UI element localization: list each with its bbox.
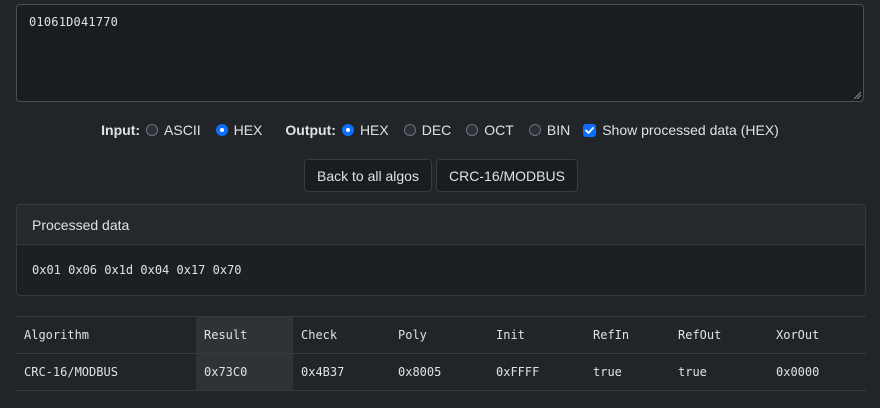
table-row: CRC-16/MODBUS 0x73C0 0x4B37 0x8005 0xFFF… (16, 353, 866, 391)
header-poly: Poly (398, 328, 427, 342)
back-to-all-algos-button[interactable]: Back to all algos (304, 159, 432, 192)
crc16-modbus-button[interactable]: CRC-16/MODBUS (436, 159, 578, 192)
format-options: Input: ASCII HEX Output: HEX DEC OCT BIN… (0, 121, 880, 139)
output-oct-radio[interactable] (466, 124, 479, 136)
input-hex-label[interactable]: HEX (234, 122, 263, 138)
header-init: Init (496, 328, 525, 342)
cell-result: 0x73C0 (196, 353, 293, 391)
cell-init: 0xFFFF (496, 365, 540, 379)
resize-handle-icon[interactable] (853, 91, 861, 99)
input-ascii-label[interactable]: ASCII (164, 122, 201, 138)
input-textarea[interactable]: 01061D041770 (16, 4, 864, 102)
header-result: Result (196, 316, 293, 354)
input-ascii-radio[interactable] (146, 124, 159, 136)
checkmark-icon (585, 126, 595, 134)
results-table: Algorithm Result Check Poly Init RefIn R… (16, 316, 866, 391)
input-format-label: Input: (101, 122, 141, 138)
table-header-row: Algorithm Result Check Poly Init RefIn R… (16, 316, 866, 354)
input-text: 01061D041770 (29, 15, 119, 29)
output-oct-label[interactable]: OCT (484, 122, 514, 138)
output-format-label: Output: (285, 122, 336, 138)
processed-data-card: Processed data 0x01 0x06 0x1d 0x04 0x17 … (16, 204, 866, 296)
input-hex-radio[interactable] (215, 124, 228, 136)
processed-data-value: 0x01 0x06 0x1d 0x04 0x17 0x70 (32, 263, 242, 277)
output-dec-radio[interactable] (403, 124, 416, 136)
output-dec-label[interactable]: DEC (422, 122, 452, 138)
cell-algorithm: CRC-16/MODBUS (24, 365, 118, 379)
output-hex-radio[interactable] (341, 124, 354, 136)
output-bin-label[interactable]: BIN (547, 122, 570, 138)
cell-poly: 0x8005 (398, 365, 442, 379)
cell-refout: true (678, 365, 707, 379)
header-refout: RefOut (678, 328, 722, 342)
header-algorithm: Algorithm (24, 328, 90, 342)
cell-xorout: 0x0000 (776, 365, 820, 379)
header-xorout: XorOut (776, 328, 820, 342)
show-processed-checkbox[interactable] (583, 123, 597, 137)
header-check: Check (301, 328, 338, 342)
cell-refin: true (593, 365, 622, 379)
processed-data-title: Processed data (17, 205, 865, 245)
cell-check: 0x4B37 (301, 365, 345, 379)
show-processed-label[interactable]: Show processed data (HEX) (602, 122, 779, 138)
header-refin: RefIn (593, 328, 630, 342)
output-bin-radio[interactable] (528, 124, 541, 136)
output-hex-label[interactable]: HEX (360, 122, 389, 138)
